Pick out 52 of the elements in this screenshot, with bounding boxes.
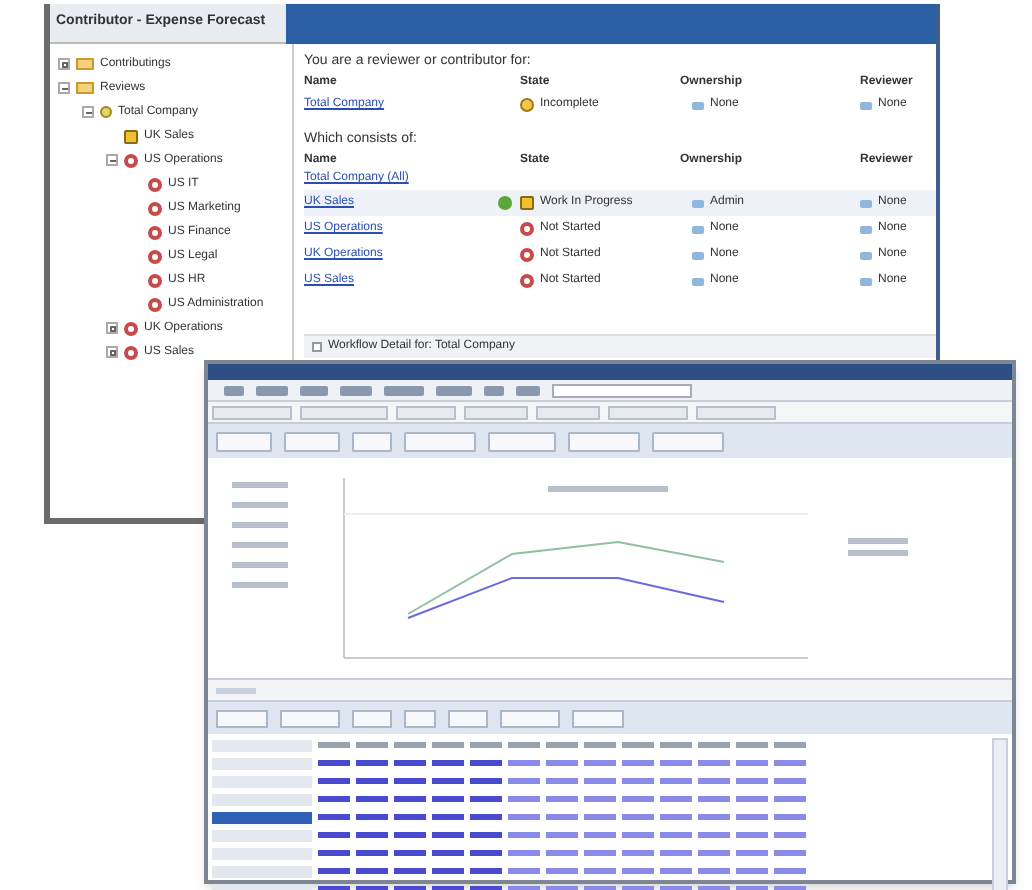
expand-icon[interactable] <box>312 342 322 352</box>
dropdown-icon[interactable] <box>692 251 704 259</box>
filter-chip[interactable] <box>448 709 488 727</box>
view-tab[interactable] <box>396 405 456 419</box>
dropdown-icon[interactable] <box>692 225 704 233</box>
filter-chip[interactable] <box>404 709 436 727</box>
toolbar-icon[interactable] <box>384 385 424 395</box>
filter-chip[interactable] <box>404 431 476 451</box>
collapse-toggle[interactable] <box>106 154 118 166</box>
view-tab[interactable] <box>212 405 292 419</box>
view-tab[interactable] <box>696 405 776 419</box>
filter-chip[interactable] <box>488 431 556 451</box>
chart-title-placeholder <box>548 486 668 492</box>
dropdown-icon[interactable] <box>860 251 872 259</box>
expand-toggle[interactable] <box>106 322 118 334</box>
toolbar-icon[interactable] <box>516 385 540 395</box>
toolbar-icon[interactable] <box>256 385 288 395</box>
dropdown-icon[interactable] <box>860 277 872 285</box>
dropdown-icon[interactable] <box>860 199 872 207</box>
filter-chip[interactable] <box>352 431 392 451</box>
view-tab[interactable] <box>536 405 600 419</box>
filter-chip[interactable] <box>652 431 724 451</box>
dropdown-icon[interactable] <box>692 101 704 109</box>
filter-chip[interactable] <box>216 431 272 451</box>
dropdown-icon[interactable] <box>860 225 872 233</box>
view-tab[interactable] <box>608 405 688 419</box>
filter-chip[interactable] <box>572 709 624 727</box>
expand-toggle[interactable] <box>58 58 70 70</box>
filter-chip[interactable] <box>284 431 340 451</box>
view-tab[interactable] <box>300 405 388 419</box>
filter-chip[interactable] <box>500 709 560 727</box>
toolbar-icon[interactable] <box>340 385 372 395</box>
axis-label-placeholder <box>232 482 288 588</box>
dropdown-icon[interactable] <box>692 277 704 285</box>
filter-chip[interactable] <box>280 709 340 727</box>
collapse-toggle[interactable] <box>82 106 94 118</box>
legend-placeholder <box>848 538 908 556</box>
row-header[interactable] <box>212 811 312 823</box>
dropdown-icon[interactable] <box>692 199 704 207</box>
search-field[interactable] <box>552 383 692 397</box>
expand-toggle[interactable] <box>106 346 118 358</box>
toolbar-icon[interactable] <box>484 385 504 395</box>
filter-chip[interactable] <box>568 431 640 451</box>
scrollbar[interactable] <box>992 738 1008 890</box>
collapse-toggle[interactable] <box>58 82 70 94</box>
toolbar-icon[interactable] <box>300 385 328 395</box>
dropdown-icon[interactable] <box>860 101 872 109</box>
toolbar-icon[interactable] <box>224 385 244 395</box>
view-tab[interactable] <box>464 405 528 419</box>
filter-chip[interactable] <box>352 709 392 727</box>
toolbar-icon[interactable] <box>436 385 472 395</box>
filter-chip[interactable] <box>216 709 268 727</box>
